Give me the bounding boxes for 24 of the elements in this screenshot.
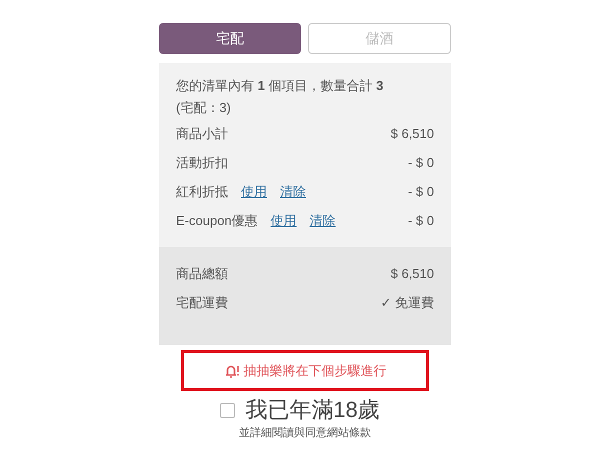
delivery-count-text: (宅配：3) <box>176 99 232 117</box>
bell-icon <box>224 362 240 378</box>
total-label: 商品總額 <box>176 264 228 283</box>
age-label: 我已年滿18歲 <box>245 397 380 423</box>
line-label: 紅利折抵 <box>176 182 228 201</box>
line-amount: - $ 0 <box>408 212 434 230</box>
link[interactable]: 使用 <box>270 210 297 230</box>
total-label: 宅配運費 <box>176 294 228 312</box>
total-amount: ✓ 免運費 <box>380 294 434 312</box>
item-count-text: 您的清單內有 1 個項目，數量合計 3 <box>176 77 384 95</box>
link[interactable]: 清除 <box>280 182 306 202</box>
line-amount: - $ 0 <box>408 154 434 172</box>
checkbox[interactable] <box>220 402 236 418</box>
link[interactable]: 使用 <box>241 182 267 202</box>
terms-text: 並詳細閱讀與同意網站條款 <box>239 426 371 441</box>
line-amount: $ 6,510 <box>390 124 434 143</box>
line-label: 商品小計 <box>176 124 228 143</box>
notice-text: 抽抽樂將在下個步驟進行 <box>244 362 386 380</box>
line-label: E-coupon優惠 <box>176 212 258 230</box>
tab[interactable]: 宅配 <box>159 23 300 54</box>
line-label: 活動折扣 <box>176 154 228 172</box>
total-amount: $ 6,510 <box>390 264 434 283</box>
link[interactable]: 清除 <box>310 210 336 230</box>
line-amount: - $ 0 <box>408 182 434 201</box>
